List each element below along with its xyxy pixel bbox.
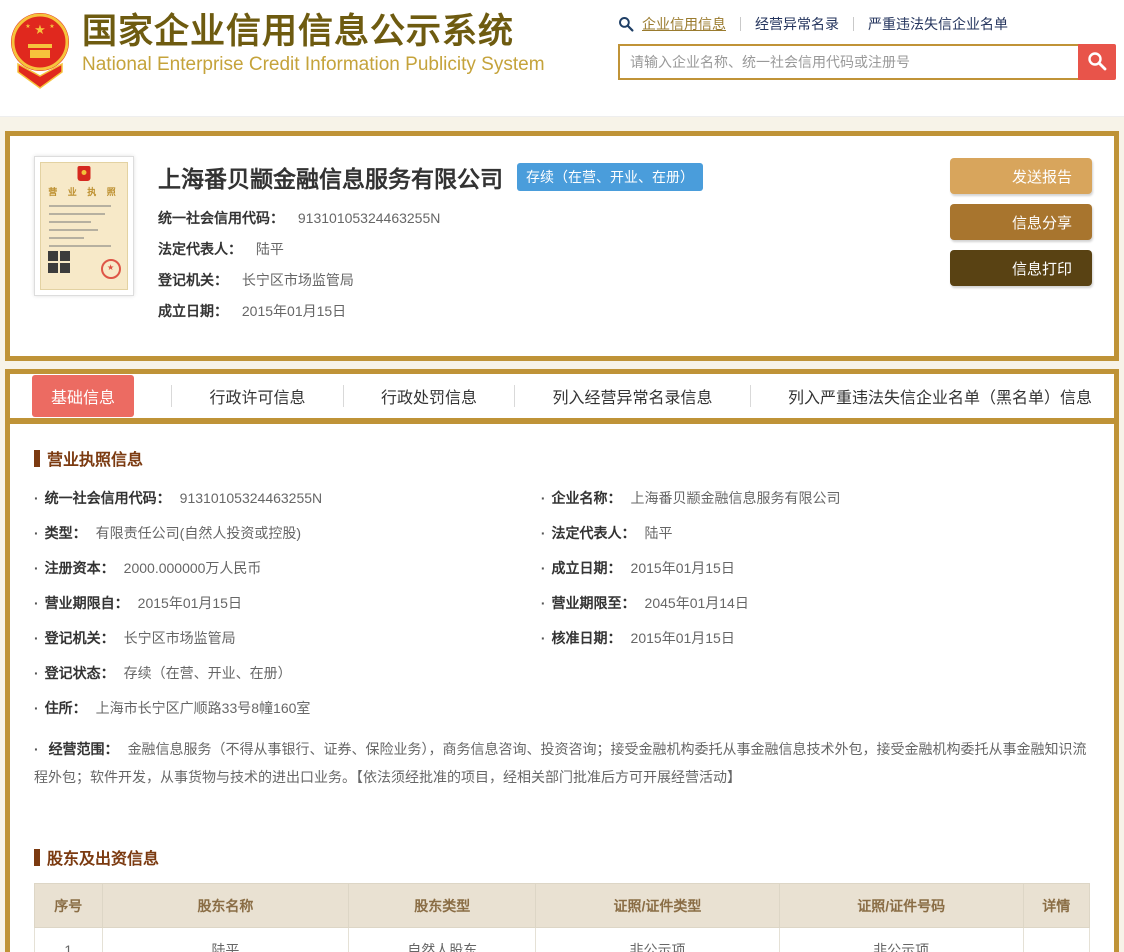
site-title-cn: 国家企业信用信息公示系统 [82,12,515,51]
section-title-bar [34,848,40,866]
col-header-index: 序号 [34,883,103,928]
table-row: 1 陆平 自然人股东 非公示项 非公示项 [34,927,1091,952]
tab-bar: 基础信息 行政许可信息 行政处罚信息 列入经营异常名录信息 列入严重违法失信企业… [5,369,1119,424]
license-fields: 统一社会信用代码：91310105324463255N 类型：有限责任公司(自然… [34,488,1090,733]
field-registered-capital: 注册资本：2000.000000万人民币 [34,558,541,578]
tab-divider [749,385,751,407]
shareholders-table: 序号 股东名称 股东类型 证照/证件类型 证照/证件号码 详情 1 陆平 自然人… [34,883,1091,952]
search-icon [618,16,634,32]
license-section-title: 营业执照信息 [34,446,1090,470]
summary-field-credit-code: 统一社会信用代码： 91310105324463255N [158,210,441,226]
national-emblem-logo: ★ ★ ★ [8,8,72,90]
print-info-button[interactable]: 信息打印 [950,250,1092,286]
field-founded-date: 成立日期：2015年01月15日 [541,558,1090,578]
business-license-thumbnail[interactable]: 营 业 执 照 [34,156,134,296]
search-bar [618,44,1116,80]
license-paper: 营 业 执 照 [40,162,128,290]
license-fields-right: 企业名称：上海番贝颛金融信息服务有限公司 法定代表人：陆平 成立日期：2015年… [541,488,1090,733]
site-header: ★ ★ ★ 国家企业信用信息公示系统 National Enterprise C… [0,0,1124,117]
field-address: 住所：上海市长宁区广顺路33号8幢160室 [34,698,541,718]
nav-link-illegal-list[interactable]: 严重违法失信企业名单 [868,14,1008,34]
company-summary-card: 营 业 执 照 上海番贝颛金融信息服务有限公司 存续（在营、开业、在册） 统一社… [5,131,1119,361]
company-name: 上海番贝颛金融信息服务有限公司 [158,166,503,192]
search-icon [1087,51,1107,74]
shareholders-section-title: 股东及出资信息 [34,845,1090,869]
col-header-shareholder-name: 股东名称 [101,883,350,928]
col-header-cert-number: 证照/证件号码 [778,883,1024,928]
col-header-detail: 详情 [1022,883,1091,928]
license-red-seal [101,259,121,279]
tab-divider [514,385,516,407]
svg-text:★: ★ [49,23,54,30]
site-title-en: National Enterprise Credit Information P… [82,54,545,75]
site-titles: 国家企业信用信息公示系统 National Enterprise Credit … [82,12,545,76]
tab-admin-penalty[interactable]: 行政处罚信息 [381,384,477,408]
col-header-shareholder-type: 股东类型 [348,883,537,928]
field-credit-code: 统一社会信用代码：91310105324463255N [34,488,541,508]
tab-divider [171,385,173,407]
summary-field-founded: 成立日期： 2015年01月15日 [158,303,347,319]
status-badge: 存续（在营、开业、在册） [517,163,703,191]
tab-basic-info[interactable]: 基础信息 [32,375,135,417]
col-header-cert-type: 证照/证件类型 [535,883,780,928]
tab-abnormal-list[interactable]: 列入经营异常名录信息 [553,384,713,408]
search-button[interactable] [1078,44,1116,80]
nav-link-abnormal-list[interactable]: 经营异常名录 [755,14,839,34]
tab-admin-license[interactable]: 行政许可信息 [210,384,306,408]
license-emblem-icon [77,166,91,181]
field-legal-rep: 法定代表人：陆平 [541,523,1090,543]
shareholders-section: 股东及出资信息 序号 股东名称 股东类型 证照/证件类型 证照/证件号码 详情 … [34,845,1091,952]
field-term-from: 营业期限自：2015年01月15日 [34,593,541,613]
tab-divider [342,385,344,407]
field-registration-status: 登记状态：存续（在营、开业、在册） [34,663,541,683]
svg-text:★: ★ [34,22,46,37]
field-company-name: 企业名称：上海番贝颛金融信息服务有限公司 [541,488,1090,508]
field-approval-date: 核准日期：2015年01月15日 [541,628,1090,648]
summary-field-legal-rep: 法定代表人： 陆平 [158,241,284,257]
nav-link-enterprise-credit[interactable]: 企业信用信息 [642,14,726,34]
license-qr-code [48,251,70,273]
license-text-lines [49,205,119,253]
section-title-bar [34,449,40,467]
header-search-area: 企业信用信息 经营异常名录 严重违法失信企业名单 [618,14,1118,80]
svg-text:★: ★ [25,23,30,30]
license-title: 营 业 执 照 [48,187,120,197]
field-type: 类型：有限责任公司(自然人投资或控股) [34,523,541,543]
license-fields-left: 统一社会信用代码：91310105324463255N 类型：有限责任公司(自然… [34,488,541,733]
tab-blacklist[interactable]: 列入严重违法失信企业名单（黑名单）信息 [788,384,1092,408]
field-term-to: 营业期限至：2045年01月14日 [541,593,1090,613]
search-type-nav: 企业信用信息 经营异常名录 严重违法失信企业名单 [618,14,1116,34]
action-buttons: 发送报告 信息分享 信息打印 [950,158,1092,332]
company-info: 上海番贝颛金融信息服务有限公司 存续（在营、开业、在册） 统一社会信用代码： 9… [158,156,950,332]
table-header-row: 序号 股东名称 股东类型 证照/证件类型 证照/证件号码 详情 [34,883,1091,928]
nav-divider [740,17,741,31]
nav-divider [853,17,854,31]
send-report-button[interactable]: 发送报告 [950,158,1092,194]
basic-info-content: 营业执照信息 统一社会信用代码：91310105324463255N 类型：有限… [5,424,1119,952]
share-info-button[interactable]: 信息分享 [950,204,1092,240]
summary-field-registry: 登记机关： 长宁区市场监管局 [158,272,354,288]
field-registry-authority: 登记机关：长宁区市场监管局 [34,628,541,648]
field-business-scope: 经营范围：金融信息服务（不得从事银行、证券、保险业务），商务信息咨询、投资咨询；… [34,735,1090,791]
search-input[interactable] [618,44,1078,80]
